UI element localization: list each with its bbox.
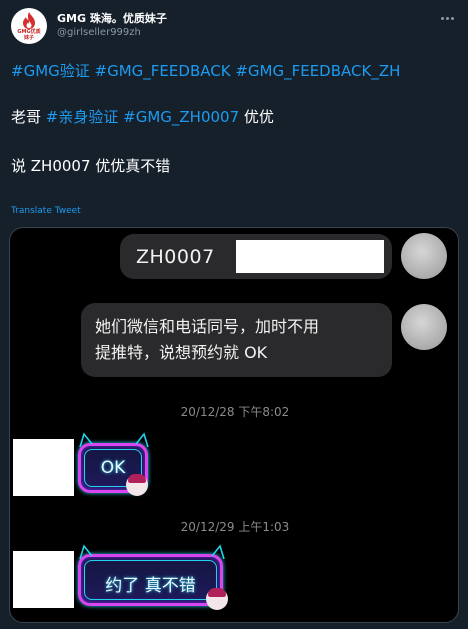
avatar[interactable]: GMG优质 妹子	[11, 8, 47, 44]
yue-le-sticker: 约了 真不错	[78, 554, 223, 606]
avatar-logo-text: GMG优质 妹子	[17, 29, 41, 41]
hashtag-personal-verify[interactable]: #亲身验证	[46, 108, 119, 126]
more-dot-icon	[445, 16, 449, 20]
tweet-text: 老哥	[11, 108, 46, 126]
hashtag-gmg-zh0007[interactable]: #GMG_ZH0007	[123, 108, 239, 126]
hashtag-gmg-feedback[interactable]: #GMG_FEEDBACK	[95, 62, 231, 80]
chat-avatar	[401, 233, 447, 279]
redacted-avatar	[13, 439, 74, 496]
sticker-text: 约了 真不错	[105, 576, 196, 596]
tweet-text-line1: #GMG验证 #GMG_FEEDBACK #GMG_FEEDBACK_ZH	[11, 61, 400, 81]
tweet-header: GMG优质 妹子 GMG 珠海。优质妹子 @girlseller999zh	[11, 8, 457, 44]
tweet-text-line3: 说 ZH0007 优优真不错	[11, 157, 171, 175]
cat-ears-icon	[79, 544, 225, 560]
more-dot-icon	[440, 16, 444, 20]
message-text: 她们微信和电话同号，加时不用 提推特，说想预约就 OK	[95, 317, 320, 362]
cat-ears-icon	[79, 432, 149, 448]
chat-timestamp: 20/12/28 下午8:02	[180, 405, 290, 419]
redacted-block	[236, 240, 384, 273]
chibi-character-icon	[206, 588, 228, 610]
more-dot-icon	[450, 16, 454, 20]
tweet-media-image[interactable]: ZH0007 她们微信和电话同号，加时不用 提推特，说想预约就 OK 20/12…	[9, 227, 459, 623]
tweet-text-line2: 老哥 #亲身验证 #GMG_ZH0007 优优	[11, 107, 274, 127]
chat-bubble-outgoing: 她们微信和电话同号，加时不用 提推特，说想预约就 OK	[81, 303, 392, 377]
redacted-avatar	[13, 551, 74, 608]
translate-tweet-link[interactable]: Translate Tweet	[11, 206, 81, 216]
hashtag-gmg-verify[interactable]: #GMG验证	[11, 62, 90, 80]
message-text: ZH0007	[136, 246, 215, 268]
chat-timestamp: 20/12/29 上午1:03	[180, 520, 290, 534]
display-name[interactable]: GMG 珠海。优质妹子	[57, 10, 167, 26]
more-options-button[interactable]	[437, 12, 457, 24]
chat-bubble-outgoing: ZH0007	[120, 234, 392, 279]
chibi-character-icon	[126, 474, 148, 496]
flame-logo-icon	[23, 12, 35, 29]
tweet-text: 优优	[239, 108, 274, 126]
hashtag-gmg-feedback-zh[interactable]: #GMG_FEEDBACK_ZH	[235, 62, 400, 80]
user-handle[interactable]: @girlseller999zh	[57, 27, 141, 38]
chat-avatar	[401, 304, 447, 350]
